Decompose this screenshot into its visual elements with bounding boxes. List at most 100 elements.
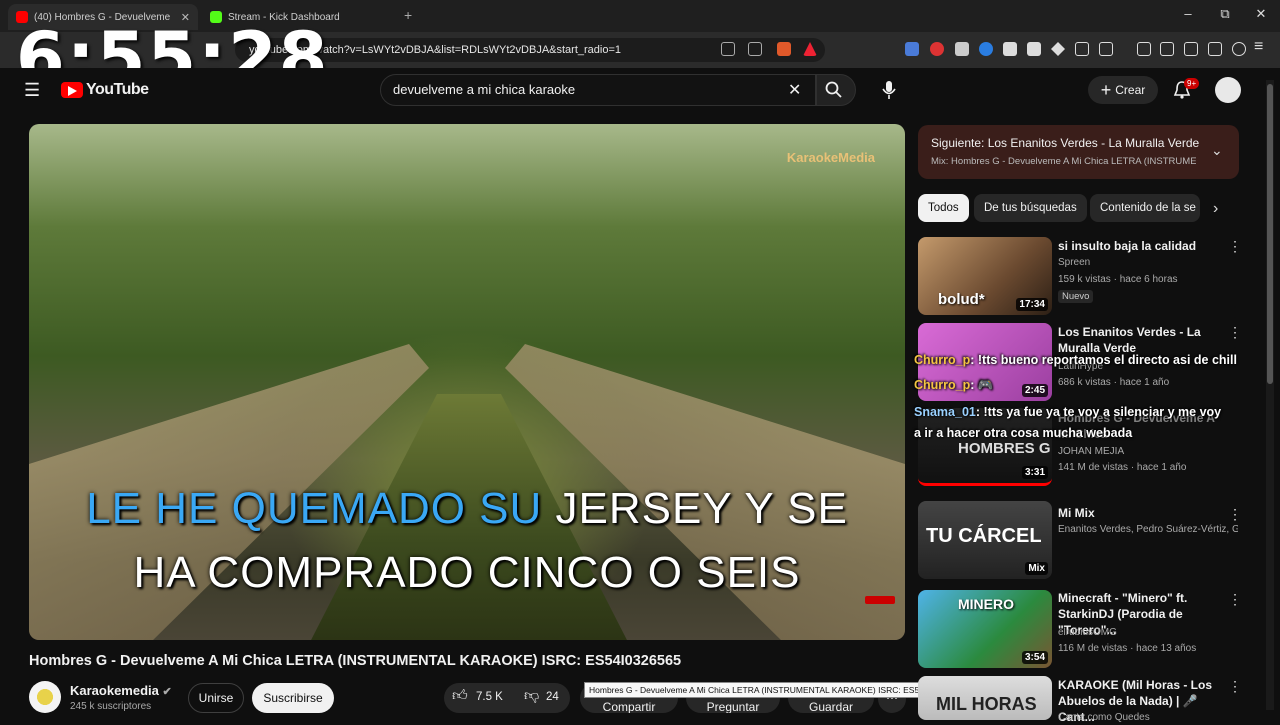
chevron-right-icon[interactable]: › (1213, 200, 1218, 218)
menu-icon[interactable]: ≡ (1254, 38, 1263, 56)
more-options-icon[interactable]: ⋮ (1228, 324, 1242, 341)
channel-name[interactable]: Karaokemedia ✔ (70, 683, 172, 698)
minimize-button[interactable]: – (1173, 6, 1203, 21)
video-thumbnail[interactable]: TU CÁRCEL Mix (918, 501, 1052, 579)
duration-badge: 3:54 (1021, 651, 1048, 664)
play-glyph-icon (68, 86, 77, 96)
shield-extension-icon[interactable] (955, 42, 969, 56)
video-thumbnail[interactable]: bolud* 17:34 (918, 237, 1052, 315)
chat-text: : !tts ya fue ya te voy a silenciar y me… (975, 405, 1222, 419)
video-thumbnail[interactable]: MINERO 3:54 (918, 590, 1052, 668)
avatar[interactable] (1215, 77, 1241, 103)
video-thumbnail[interactable]: MIL HORAS (918, 676, 1052, 720)
translate-extension-icon[interactable] (905, 42, 919, 56)
new-tab-button[interactable]: + (404, 7, 412, 23)
subscribe-button[interactable]: Suscribirse (252, 683, 334, 713)
search-icon (825, 81, 842, 98)
scrollbar-thumb[interactable] (1267, 84, 1273, 384)
video-title[interactable]: si insulto baja la calidad (1058, 238, 1228, 254)
video-meta: 686 k vistas · hace 1 año (1058, 377, 1170, 388)
microphone-icon[interactable] (880, 80, 898, 100)
vpn-icon[interactable] (1232, 42, 1246, 56)
more-options-icon[interactable]: ⋮ (1228, 678, 1242, 695)
duration-badge: 17:34 (1016, 298, 1048, 311)
chip-contenido[interactable]: Contenido de la se (1090, 194, 1200, 222)
thumbs-down-icon[interactable]: 👎︎ (524, 687, 539, 705)
channel-name[interactable]: elrubiusOMG (1058, 627, 1238, 638)
channel-name[interactable]: JOHAN MEJIA (1058, 446, 1238, 457)
video-meta: 116 M de vistas · hace 13 años (1058, 643, 1197, 654)
karaoke-watermark: KaraokeMedia (786, 150, 875, 165)
chat-user: Churro_p (914, 353, 971, 367)
duration-badge: 2:45 (1021, 384, 1048, 397)
maximize-button[interactable]: ⧉ (1210, 6, 1240, 22)
chat-text: a ir a hacer otra cosa mucha webada (914, 426, 1133, 440)
lyric-rest: JERSEY Y SE (542, 484, 848, 533)
chat-user: Churro_p (914, 378, 971, 392)
chevron-down-icon[interactable]: ⌄ (1211, 142, 1223, 159)
thumb-text: bolud* (938, 291, 985, 308)
duration-badge: Mix (1025, 562, 1048, 575)
channel-avatar[interactable] (29, 681, 61, 713)
create-label: Crear (1115, 83, 1146, 97)
subscriber-count: 245 k suscriptores (70, 701, 152, 712)
dislike-count[interactable]: 24 (546, 691, 559, 703)
join-button[interactable]: Unirse (188, 683, 244, 713)
plus-icon: + (1100, 79, 1112, 100)
search-input[interactable]: devuelveme a mi chica karaoke (393, 82, 575, 97)
brave-shields-icon[interactable] (777, 42, 791, 56)
create-button[interactable]: + Crear (1088, 76, 1158, 104)
puzzle-extensions-icon[interactable] (1075, 42, 1089, 56)
up-next-subtitle: Mix: Hombres G - Devuelveme A Mi Chica L… (931, 156, 1196, 167)
extension-icon[interactable] (1027, 42, 1041, 56)
sidebar-icon[interactable] (1160, 42, 1174, 56)
lyric-rest: HA COMPRADO CINCO O SEIS (133, 548, 801, 597)
thumb-text: MIL HORAS (936, 694, 1037, 714)
video-meta: 159 k vistas · hace 6 horas (1058, 274, 1178, 285)
video-player[interactable]: KaraokeMedia LE HE QUEMADO SU JERSEY Y S… (29, 124, 905, 640)
channel-name[interactable]: Enanitos Verdes, Pedro Suárez-Vértiz, Gr… (1058, 524, 1238, 535)
extension-icon[interactable] (1003, 42, 1017, 56)
hamburger-menu-icon[interactable]: ☰ (24, 80, 40, 101)
chat-message: Churro_p: 🎮 (914, 375, 993, 395)
lyric-line-2: HA COMPRADO CINCO O SEIS (29, 548, 905, 598)
install-icon[interactable] (721, 42, 735, 56)
chip-de-tus-busquedas[interactable]: De tus búsquedas (974, 194, 1087, 222)
channel-name[interactable]: Canta como Quedes (1058, 712, 1238, 723)
up-next-title: Siguiente: Los Enanitos Verdes - La Mura… (931, 136, 1200, 150)
extension-icon[interactable] (979, 42, 993, 56)
subscribe-logo-icon (865, 596, 895, 604)
share-icon[interactable] (748, 42, 762, 56)
video-meta: 141 M de vistas · hace 1 año (1058, 462, 1187, 473)
up-next-panel[interactable] (918, 125, 1239, 179)
thumbs-up-icon[interactable]: 👍︎ (452, 687, 468, 705)
video-title[interactable]: Mi Mix (1058, 505, 1228, 521)
chat-message: Snama_01: !tts ya fue ya te voy a silenc… (914, 402, 1221, 422)
chat-user: Snama_01 (914, 405, 976, 419)
youtube-logo-text[interactable]: YouTube (86, 81, 149, 99)
extension-icon[interactable] (930, 42, 944, 56)
media-controls-icon[interactable] (1137, 42, 1151, 56)
notification-badge: 9+ (1184, 78, 1200, 89)
more-options-icon[interactable]: ⋮ (1228, 591, 1242, 608)
chat-message: Churro_p: !tts bueno reportamos el direc… (914, 350, 1237, 370)
wallet-icon[interactable] (1184, 42, 1198, 56)
thumb-text: MINERO (958, 596, 1014, 612)
chat-text: : 🎮 (970, 378, 994, 392)
chip-todos[interactable]: Todos (918, 194, 969, 222)
chat-text: : !tts bueno reportamos el directo asi d… (970, 353, 1237, 367)
channel-name[interactable]: Spreen (1058, 257, 1238, 268)
thumb-text: TU CÁRCEL (926, 525, 1042, 547)
video-title: Hombres G - Devuelveme A Mi Chica LETRA … (29, 653, 682, 669)
more-options-icon[interactable]: ⋮ (1228, 506, 1242, 523)
verified-icon: ✔ (162, 686, 172, 698)
extension-icon[interactable] (1099, 42, 1113, 56)
lyric-line-1: LE HE QUEMADO SU JERSEY Y SE (29, 484, 905, 534)
duration-badge: 3:31 (1021, 466, 1048, 479)
clear-search-icon[interactable]: ✕ (788, 80, 801, 100)
more-options-icon[interactable]: ⋮ (1228, 238, 1242, 255)
close-window-button[interactable]: ✕ (1246, 6, 1276, 22)
like-count[interactable]: 7.5 K (476, 691, 503, 703)
leo-icon[interactable] (1208, 42, 1222, 56)
channel-name-text: Karaokemedia (70, 683, 159, 698)
